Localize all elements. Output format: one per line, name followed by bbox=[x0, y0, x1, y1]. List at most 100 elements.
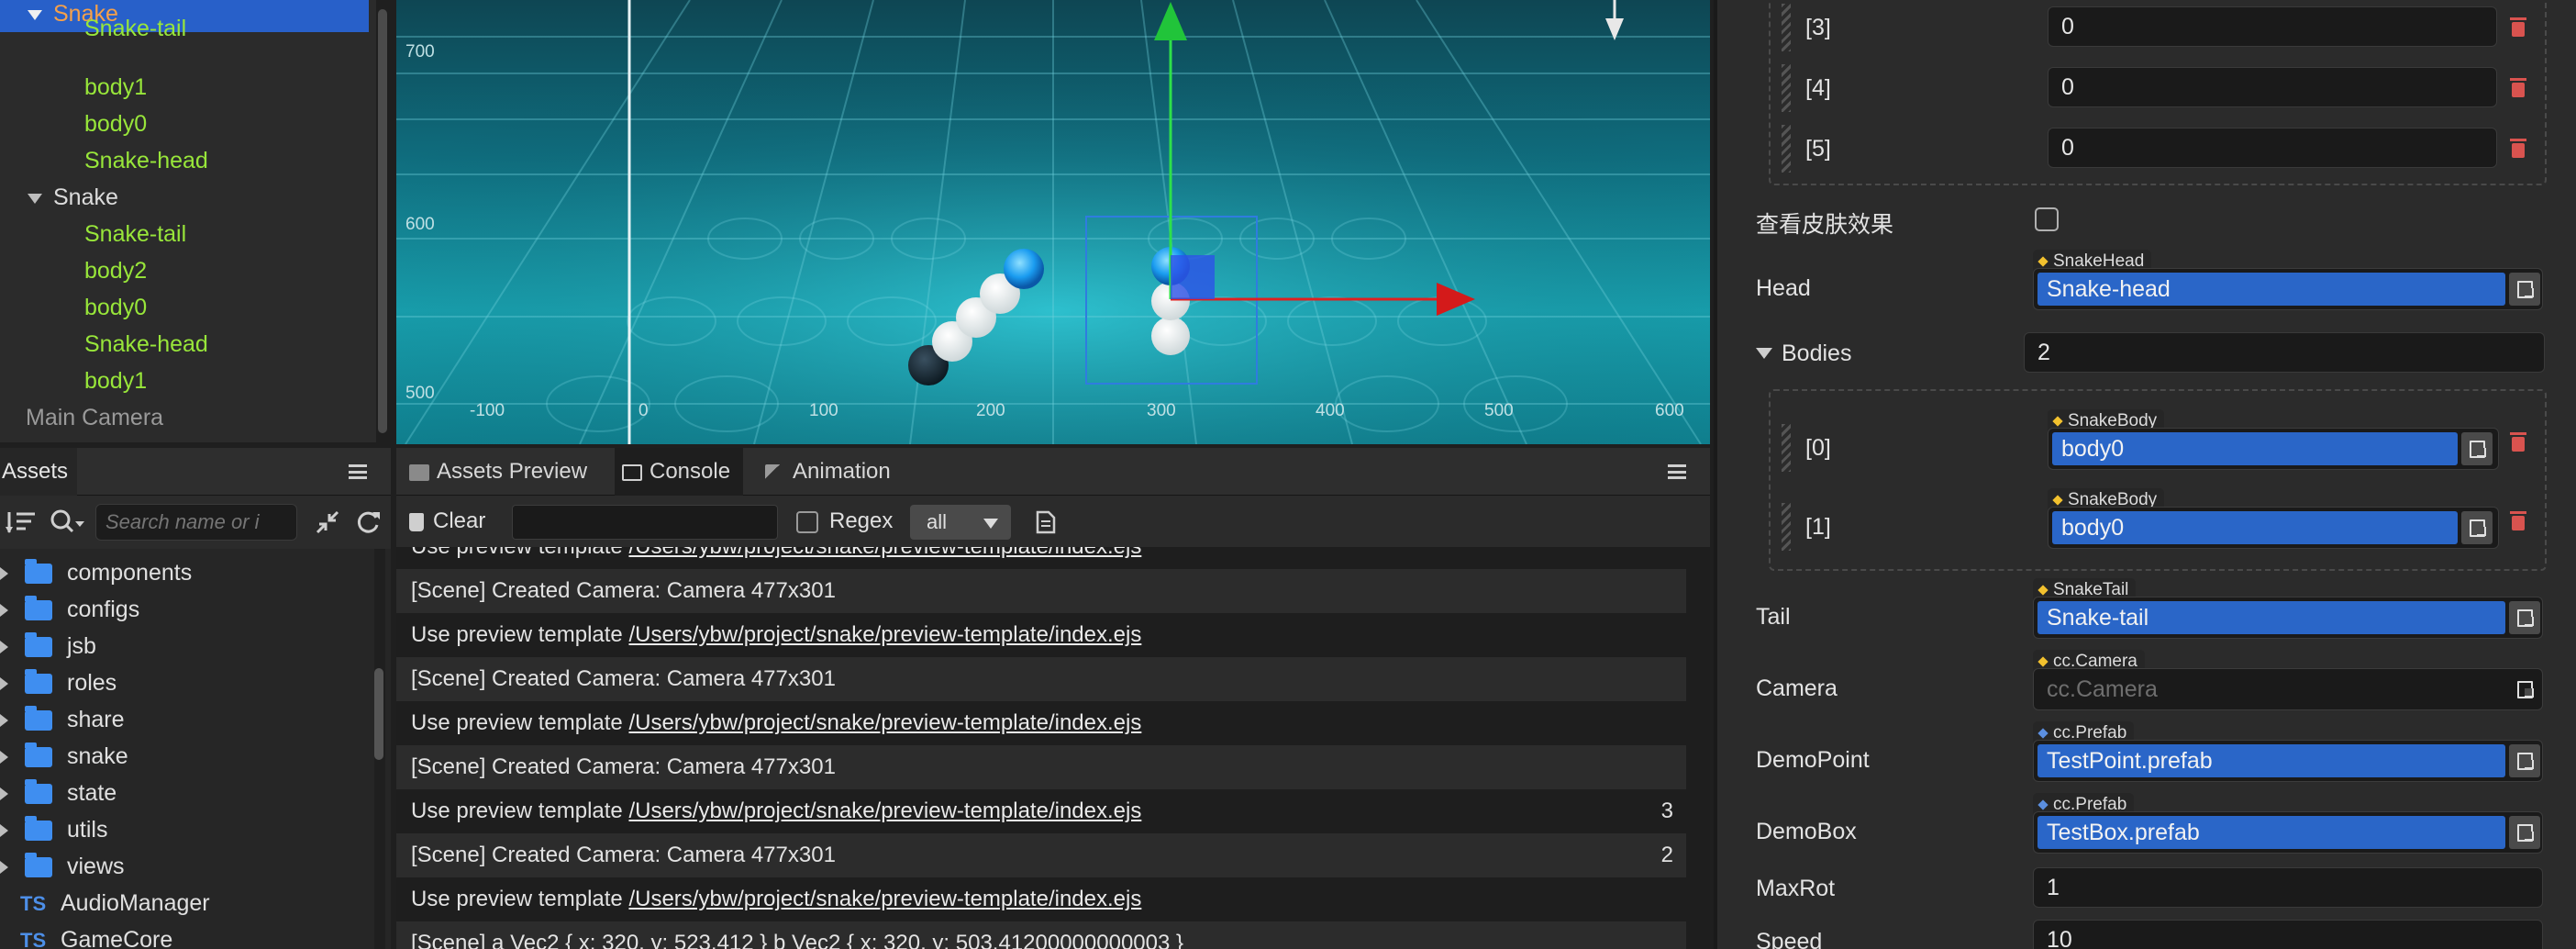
array-item-input[interactable]: 0 bbox=[2048, 6, 2497, 47]
delete-icon[interactable] bbox=[2510, 431, 2526, 452]
body-reference-field[interactable]: body0 bbox=[2048, 428, 2499, 470]
hierarchy-node[interactable]: Snake-head bbox=[0, 142, 208, 179]
expand-triangle-icon[interactable] bbox=[28, 193, 42, 204]
array-item-input[interactable]: 0 bbox=[2048, 128, 2497, 168]
asset-folder[interactable]: utils bbox=[0, 811, 107, 848]
log-line[interactable]: Use preview template /Users/ybw/project/… bbox=[396, 789, 1686, 833]
hierarchy-node[interactable]: body2 bbox=[0, 252, 147, 289]
tail-reference-field[interactable]: Snake-tail bbox=[2033, 597, 2543, 639]
hierarchy-node-snake[interactable]: Snake bbox=[0, 179, 118, 216]
skin-preview-checkbox[interactable] bbox=[2035, 207, 2059, 231]
log-line[interactable]: [Scene] a Vec2 { x: 320, y: 523.412 } b … bbox=[396, 921, 1686, 949]
expand-caret-icon[interactable] bbox=[0, 567, 8, 581]
console-filter-input[interactable] bbox=[512, 505, 778, 540]
demobox-reference-field[interactable]: TestBox.prefab bbox=[2033, 811, 2543, 854]
body-reference-field[interactable]: body0 bbox=[2048, 507, 2499, 549]
log-line[interactable]: Use preview template /Users/ybw/project/… bbox=[396, 613, 1686, 657]
expand-caret-icon[interactable] bbox=[0, 824, 8, 838]
snake-head-node[interactable] bbox=[1004, 249, 1044, 289]
tab-console[interactable]: Console bbox=[615, 448, 744, 496]
hierarchy-node[interactable]: body1 bbox=[0, 363, 147, 399]
hierarchy-node[interactable]: Main Camera bbox=[0, 399, 163, 436]
expand-caret-icon[interactable] bbox=[0, 641, 8, 654]
log-level-select[interactable]: all bbox=[910, 505, 1011, 540]
drag-handle-icon[interactable] bbox=[1782, 503, 1791, 551]
pick-node-icon[interactable] bbox=[2461, 511, 2493, 544]
log-link[interactable]: /Users/ybw/project/snake/preview-templat… bbox=[628, 622, 1141, 647]
pick-asset-icon[interactable] bbox=[2509, 744, 2540, 777]
asset-folder[interactable]: views bbox=[0, 848, 125, 885]
pick-node-icon[interactable] bbox=[2509, 273, 2540, 306]
drag-handle-icon[interactable] bbox=[1782, 4, 1791, 51]
search-filter-icon[interactable] bbox=[50, 508, 86, 536]
pick-asset-icon[interactable] bbox=[2509, 816, 2540, 849]
assets-tab[interactable]: Assets bbox=[0, 448, 77, 496]
asset-folder[interactable]: roles bbox=[0, 664, 117, 701]
hierarchy-node[interactable]: body1 bbox=[0, 69, 147, 106]
delete-icon[interactable] bbox=[2510, 138, 2526, 158]
camera-reference-field[interactable]: cc.Camera bbox=[2033, 668, 2543, 710]
open-log-file-icon[interactable] bbox=[1035, 510, 1057, 534]
hierarchy-node[interactable]: Snake-tail bbox=[0, 10, 186, 47]
tab-assets-preview[interactable]: Assets Preview bbox=[409, 448, 587, 496]
log-link[interactable]: /Users/ybw/project/snake/preview-templat… bbox=[628, 547, 1141, 559]
log-line[interactable]: [Scene] Created Camera: Camera 477x301 bbox=[396, 657, 1686, 701]
log-line[interactable]: [Scene] Created Camera: Camera 477x301 2 bbox=[396, 833, 1686, 877]
expand-caret-icon[interactable] bbox=[0, 677, 8, 691]
snake-body-node[interactable] bbox=[1151, 317, 1190, 355]
asset-folder[interactable]: components bbox=[0, 554, 192, 591]
collapse-all-icon[interactable] bbox=[314, 508, 341, 536]
hierarchy-node[interactable]: Snake-head bbox=[0, 326, 208, 363]
demopoint-reference-field[interactable]: TestPoint.prefab bbox=[2033, 740, 2543, 782]
asset-folder[interactable]: share bbox=[0, 701, 125, 738]
gizmo-xy-plane-handle[interactable] bbox=[1171, 255, 1215, 299]
log-line[interactable]: [Scene] Created Camera: Camera 477x301 bbox=[396, 569, 1686, 613]
asset-folder[interactable]: jsb bbox=[0, 628, 96, 664]
scene-view[interactable]: 700 600 500 -100 0 100 200 300 400 500 6… bbox=[396, 0, 1710, 444]
asset-folder[interactable]: configs bbox=[0, 591, 139, 628]
expand-caret-icon[interactable] bbox=[0, 604, 8, 618]
expand-caret-icon[interactable] bbox=[0, 861, 8, 875]
assets-scrollbar-thumb[interactable] bbox=[374, 668, 383, 760]
assets-search-input[interactable] bbox=[95, 504, 297, 541]
head-reference-field[interactable]: Snake-head bbox=[2033, 268, 2543, 310]
regex-checkbox[interactable] bbox=[796, 511, 818, 533]
clear-button[interactable]: Clear bbox=[409, 496, 485, 547]
tab-animation[interactable]: Animation bbox=[765, 448, 891, 496]
hamburger-menu-icon[interactable] bbox=[1668, 464, 1686, 479]
sort-icon[interactable] bbox=[6, 508, 39, 536]
hierarchy-scrollbar-thumb[interactable] bbox=[378, 9, 387, 433]
bodies-expand-icon[interactable] bbox=[1756, 348, 1772, 359]
hierarchy-node[interactable]: Snake-tail bbox=[0, 216, 186, 252]
log-link[interactable]: /Users/ybw/project/snake/preview-templat… bbox=[628, 710, 1141, 735]
log-link[interactable]: /Users/ybw/project/snake/preview-templat… bbox=[628, 887, 1141, 911]
hierarchy-node[interactable]: body0 bbox=[0, 289, 147, 326]
pick-node-icon[interactable] bbox=[2509, 601, 2540, 634]
expand-caret-icon[interactable] bbox=[0, 714, 8, 728]
hamburger-menu-icon[interactable] bbox=[349, 464, 367, 479]
expand-caret-icon[interactable] bbox=[0, 751, 8, 765]
hierarchy-node[interactable]: body0 bbox=[0, 106, 147, 142]
pick-node-icon[interactable] bbox=[2509, 673, 2540, 706]
maxrot-input[interactable]: 1 bbox=[2033, 867, 2543, 908]
expand-caret-icon[interactable] bbox=[0, 787, 8, 801]
log-line[interactable]: Use preview template /Users/ybw/project/… bbox=[396, 701, 1686, 745]
log-line[interactable]: Use preview template /Users/ybw/project/… bbox=[396, 547, 1686, 569]
pick-node-icon[interactable] bbox=[2461, 432, 2493, 465]
drag-handle-icon[interactable] bbox=[1782, 424, 1791, 472]
speed-input[interactable]: 10 bbox=[2033, 920, 2543, 949]
delete-icon[interactable] bbox=[2510, 77, 2526, 97]
delete-icon[interactable] bbox=[2510, 510, 2526, 530]
array-item-input[interactable]: 0 bbox=[2048, 67, 2497, 107]
bodies-count-input[interactable]: 2 bbox=[2024, 332, 2545, 373]
asset-script[interactable]: TS GameCore bbox=[0, 921, 172, 949]
log-line[interactable]: Use preview template /Users/ybw/project/… bbox=[396, 877, 1686, 921]
drag-handle-icon[interactable] bbox=[1782, 64, 1791, 112]
refresh-icon[interactable] bbox=[354, 508, 382, 536]
log-line[interactable]: [Scene] Created Camera: Camera 477x301 bbox=[396, 745, 1686, 789]
delete-icon[interactable] bbox=[2510, 17, 2526, 37]
drag-handle-icon[interactable] bbox=[1782, 125, 1791, 173]
log-link[interactable]: /Users/ybw/project/snake/preview-templat… bbox=[628, 798, 1141, 823]
asset-script[interactable]: TS AudioManager bbox=[0, 885, 210, 921]
asset-folder[interactable]: state bbox=[0, 775, 117, 811]
